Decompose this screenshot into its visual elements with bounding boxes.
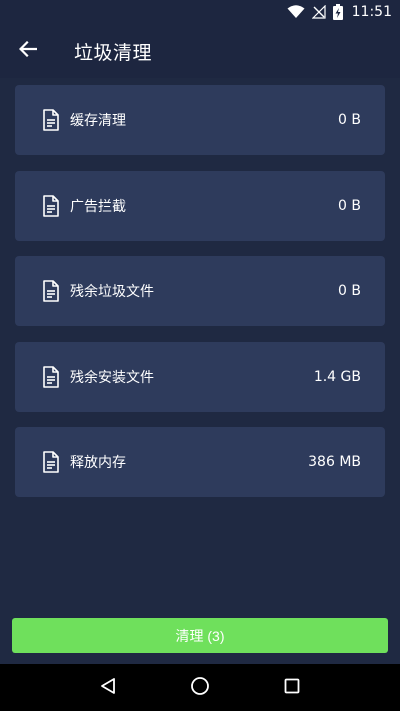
- clean-button[interactable]: 清理 (3): [12, 618, 388, 653]
- nav-back-button[interactable]: [88, 668, 128, 708]
- item-label: 释放内存: [70, 455, 126, 471]
- page-title: 垃圾清理: [74, 41, 153, 64]
- no-signal-icon: [311, 5, 326, 19]
- document-icon: [41, 194, 61, 217]
- list-item-residual-install[interactable]: 残余安装文件 1.4 GB: [15, 341, 385, 412]
- screen: 11:51 垃圾清理 缓存清理 0 B 广告拦截 0 B 残余垃圾文件 0 B …: [0, 0, 400, 711]
- item-label: 缓存清理: [70, 113, 126, 129]
- back-button[interactable]: [0, 24, 56, 78]
- list-item-ad-block[interactable]: 广告拦截 0 B: [15, 170, 385, 241]
- list-item-free-memory[interactable]: 释放内存 386 MB: [15, 427, 385, 497]
- status-bar: 11:51: [0, 0, 400, 24]
- item-label: 残余垃圾文件: [70, 284, 154, 300]
- item-label: 残余安装文件: [70, 369, 154, 386]
- clock: 11:51: [351, 4, 392, 20]
- arrow-left-icon: [18, 40, 38, 61]
- document-icon: [41, 365, 61, 388]
- category-list: 缓存清理 0 B 广告拦截 0 B 残余垃圾文件 0 B 残余安装文件 1.4 …: [15, 85, 385, 513]
- item-size: 0 B: [338, 112, 361, 128]
- item-label: 广告拦截: [70, 198, 126, 215]
- document-icon: [41, 109, 61, 131]
- list-item-residual-junk[interactable]: 残余垃圾文件 0 B: [15, 256, 385, 326]
- item-size: 386 MB: [308, 454, 361, 470]
- item-size: 1.4 GB: [313, 368, 361, 385]
- item-size: 0 B: [338, 197, 361, 214]
- battery-charging-icon: [332, 4, 343, 20]
- item-size: 0 B: [338, 283, 361, 299]
- square-recents-icon: [284, 678, 300, 698]
- app-bar: 垃圾清理: [0, 24, 400, 78]
- circle-home-icon: [190, 676, 210, 700]
- nav-home-button[interactable]: [180, 668, 220, 708]
- list-item-cache[interactable]: 缓存清理 0 B: [15, 85, 385, 155]
- document-icon: [41, 451, 61, 473]
- triangle-back-icon: [99, 677, 117, 699]
- wifi-icon: [287, 5, 305, 19]
- nav-recents-button[interactable]: [272, 668, 312, 708]
- navigation-bar: [0, 664, 400, 711]
- document-icon: [41, 280, 61, 302]
